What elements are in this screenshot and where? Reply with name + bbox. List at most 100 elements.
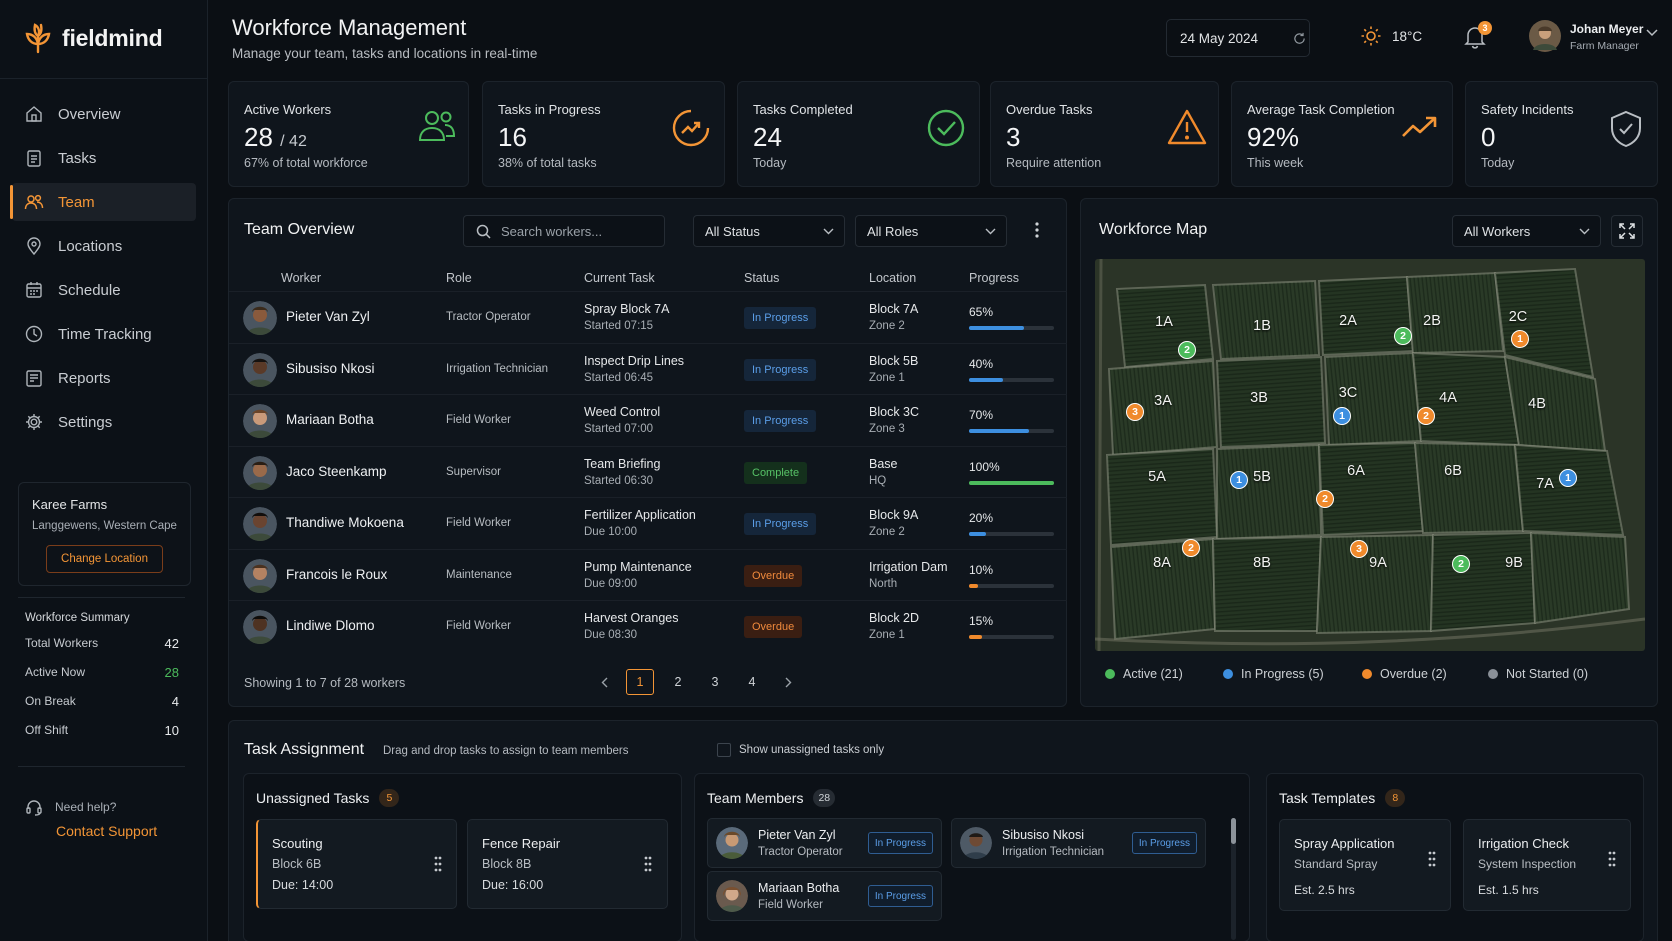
stat-card-overdue-tasks: Overdue Tasks 3 Require attention [990,81,1219,187]
member-card[interactable]: Pieter Van Zyl Tractor Operator In Progr… [707,818,942,868]
worker-name[interactable]: Francois le Roux [286,567,387,582]
table-row[interactable]: Jaco Steenkamp Supervisor Team Briefing Sta… [229,445,1067,498]
roles-filter-select[interactable]: All Roles [855,215,1007,247]
map-block-label[interactable]: 1A [1150,314,1178,330]
map-marker[interactable]: 2 [1178,341,1196,359]
column-header[interactable]: Status [744,271,779,285]
sidebar-item-schedule[interactable]: Schedule [12,271,196,309]
worker-name[interactable]: Pieter Van Zyl [286,309,370,324]
page-button-4[interactable]: 4 [738,669,766,695]
column-header[interactable]: Location [869,271,916,285]
worker-name[interactable]: Mariaan Botha [286,412,374,427]
member-card[interactable]: Sibusiso Nkosi Irrigation Technician In … [951,818,1206,868]
map-block-label[interactable]: 3C [1334,385,1362,401]
page-button-1[interactable]: 1 [626,669,654,695]
sidebar-item-time-tracking[interactable]: Time Tracking [12,315,196,353]
template-card-irrigation[interactable]: Irrigation Check System Inspection Est. … [1463,819,1631,911]
sidebar-item-overview[interactable]: Overview [12,95,196,133]
map-marker[interactable]: 2 [1316,490,1334,508]
drag-handle-icon[interactable] [433,855,443,873]
status-badge: Overdue [744,564,803,587]
date-picker[interactable]: 24 May 2024 [1166,19,1310,57]
map-marker[interactable]: 3 [1126,403,1144,421]
table-row[interactable]: Mariaan Botha Field Worker Weed Control Sta… [229,394,1067,446]
map-block-label[interactable]: 4A [1434,390,1462,406]
drag-handle-icon[interactable] [643,855,653,873]
drag-handle-icon[interactable] [1427,850,1437,868]
map-block-label[interactable]: 2A [1334,313,1362,329]
map-block-label[interactable]: 9A [1364,555,1392,571]
map-block-label[interactable]: 1B [1248,318,1276,334]
status-filter-select[interactable]: All Status [693,215,845,247]
task-card-scouting[interactable]: Scouting Block 6B Due: 14:00 [256,819,457,909]
table-row[interactable]: Lindiwe Dlomo Field Worker Harvest Oranges… [229,600,1067,652]
column-header[interactable]: Current Task [584,271,655,285]
map-marker[interactable]: 3 [1350,540,1368,558]
search-input[interactable]: Search workers... [463,215,665,247]
worker-name[interactable]: Jaco Steenkamp [286,464,387,479]
member-card[interactable]: Mariaan Botha Field Worker In Progress [707,871,942,921]
map-block-label[interactable]: 7A [1531,476,1559,492]
progress-percent: 100% [969,459,1000,474]
farm-map[interactable]: 1A 1B 2A 2B 2C 3A 3B 3C 4A 4B 5A 5B 6A 6B 7A 8A 8B 9A 9B 2… [1095,259,1645,651]
table-row[interactable]: Francois le Roux Maintenance Pump Maintena… [229,548,1067,601]
app-logo[interactable]: fieldmind [22,22,163,54]
column-header[interactable]: Worker [281,271,321,285]
checkbox[interactable] [717,743,731,757]
map-block-label[interactable]: 6A [1342,463,1370,479]
map-block-label[interactable]: 5A [1143,469,1171,485]
table-row[interactable]: Sibusiso Nkosi Irrigation Technician Inspe… [229,342,1067,395]
sidebar-item-team[interactable]: Team [10,183,196,221]
sidebar-item-reports[interactable]: Reports [12,359,196,397]
sidebar-item-label: Locations [58,237,123,255]
change-location-button[interactable]: Change Location [46,545,163,573]
scrollbar-thumb[interactable] [1231,818,1236,844]
user-menu-toggle[interactable] [1646,29,1658,37]
contact-support-link[interactable]: Contact Support [56,823,157,839]
map-block-label[interactable]: 5B [1248,469,1276,485]
map-block-label[interactable]: 8A [1148,555,1176,571]
member-name: Mariaan Botha [758,881,840,895]
page-button-2[interactable]: 2 [664,669,692,695]
worker-name[interactable]: Thandiwe Mokoena [286,515,404,530]
map-marker[interactable]: 1 [1333,407,1351,425]
sidebar-item-locations[interactable]: Locations [12,227,196,265]
sidebar-item-tasks[interactable]: Tasks [12,139,196,177]
map-marker[interactable]: 1 [1511,330,1529,348]
map-block-label[interactable]: 3A [1149,393,1177,409]
refresh-icon[interactable] [1293,32,1306,45]
map-marker[interactable]: 1 [1559,469,1577,487]
table-row[interactable]: Pieter Van Zyl Tractor Operator Spray Bloc… [229,291,1067,343]
worker-name[interactable]: Sibusiso Nkosi [286,361,375,376]
map-block-label[interactable]: 6B [1439,463,1467,479]
drag-handle-icon[interactable] [1607,850,1617,868]
avatar[interactable] [1529,20,1561,52]
more-options-button[interactable] [1034,221,1040,239]
sidebar-item-settings[interactable]: Settings [12,403,196,441]
unassigned-only-checkbox[interactable]: Show unassigned tasks only [717,743,884,757]
map-block-label[interactable]: 3B [1245,390,1273,406]
next-page-button[interactable] [774,669,802,695]
map-block-label[interactable]: 9B [1500,555,1528,571]
column-header[interactable]: Role [446,271,472,285]
map-block-label[interactable]: 8B [1248,555,1276,571]
map-marker[interactable]: 1 [1230,471,1248,489]
map-block-label[interactable]: 4B [1523,396,1551,412]
map-marker[interactable]: 2 [1417,407,1435,425]
worker-name[interactable]: Lindiwe Dlomo [286,618,375,633]
member-role: Irrigation Technician [1002,846,1105,858]
page-button-3[interactable]: 3 [701,669,729,695]
template-card-spray[interactable]: Spray Application Standard Spray Est. 2.… [1279,819,1451,911]
task-card-fence-repair[interactable]: Fence Repair Block 8B Due: 16:00 [467,819,668,909]
map-block-label[interactable]: 2C [1504,309,1532,325]
table-row[interactable]: Thandiwe Mokoena Field Worker Fertilizer A… [229,497,1067,549]
column-header[interactable]: Progress [969,271,1019,285]
scrollbar-track[interactable] [1231,818,1236,940]
map-worker-filter[interactable]: All Workers [1452,215,1601,247]
map-block-label[interactable]: 2B [1418,313,1446,329]
map-marker[interactable]: 2 [1452,555,1470,573]
map-marker[interactable]: 2 [1394,327,1412,345]
map-marker[interactable]: 2 [1182,539,1200,557]
prev-page-button[interactable] [590,669,618,695]
fullscreen-button[interactable] [1611,215,1643,247]
